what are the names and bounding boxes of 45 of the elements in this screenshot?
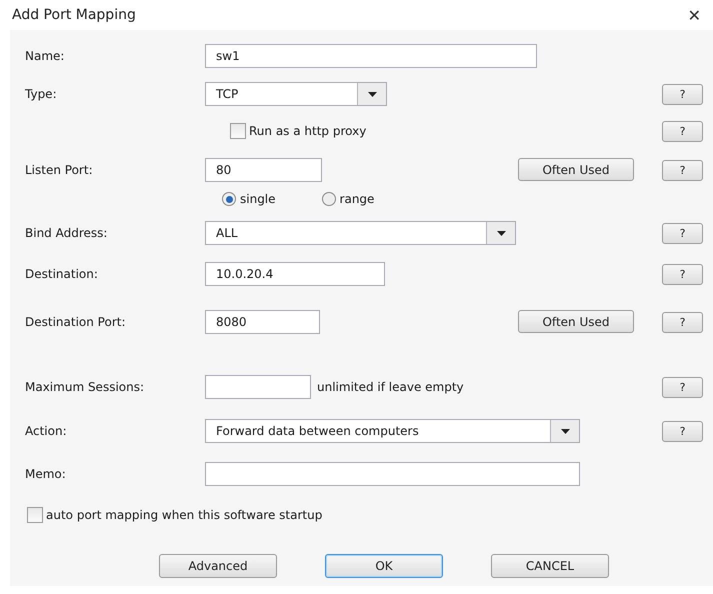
window-title: Add Port Mapping [12,7,136,23]
often-used-button[interactable]: Often Used [518,310,634,333]
close-button[interactable]: ✕ [684,6,705,24]
dialog-button[interactable]: Advanced [159,554,277,578]
dropdown-arrow-icon [560,428,570,434]
radio-button[interactable] [322,192,336,206]
field-label: Destination: [24,267,99,281]
help-button[interactable]: ? [662,160,703,181]
field-label: Destination Port: [24,315,127,329]
dialog-button[interactable]: OK [325,554,443,578]
checkbox-label: auto port mapping when this software startup [46,508,322,522]
checkbox[interactable] [230,123,246,139]
often-used-button[interactable]: Often Used [518,158,634,181]
help-button[interactable]: ? [662,377,703,398]
dropdown[interactable]: TCP [205,82,387,106]
help-button[interactable]: ? [662,421,703,442]
field-label: Action: [24,424,68,438]
input-field[interactable]: sw1 [205,44,537,68]
radio-button[interactable] [222,192,236,206]
field-label: Maximum Sessions: [24,380,146,394]
field-label: Bind Address: [24,226,108,240]
help-button[interactable]: ? [662,312,703,333]
input-field[interactable] [205,375,311,399]
dialog-button[interactable]: CANCEL [491,554,609,578]
dropdown-arrow-icon [496,230,506,236]
input-field[interactable]: 8080 [205,310,320,334]
help-button[interactable]: ? [662,84,703,105]
dropdown-arrow-icon [368,92,376,96]
input-field[interactable]: 10.0.20.4 [205,262,385,286]
help-button[interactable]: ? [662,264,703,285]
field-label: Memo: [24,467,67,481]
dropdown[interactable]: Forward data between computers [205,419,580,443]
field-label: Type: [24,87,58,101]
help-button[interactable]: ? [662,223,703,244]
help-button[interactable]: ? [662,121,703,142]
radio-label: single [240,192,276,206]
input-field[interactable]: 80 [205,158,322,182]
dropdown[interactable]: ALL [205,221,516,245]
input-field[interactable] [205,462,580,486]
checkbox[interactable] [27,507,43,523]
radio-label: range [340,192,374,206]
hint-text: unlimited if leave empty [317,380,464,394]
field-label: Listen Port: [24,163,94,177]
checkbox-label: Run as a http proxy [249,124,366,138]
field-label: Name: [24,49,66,63]
